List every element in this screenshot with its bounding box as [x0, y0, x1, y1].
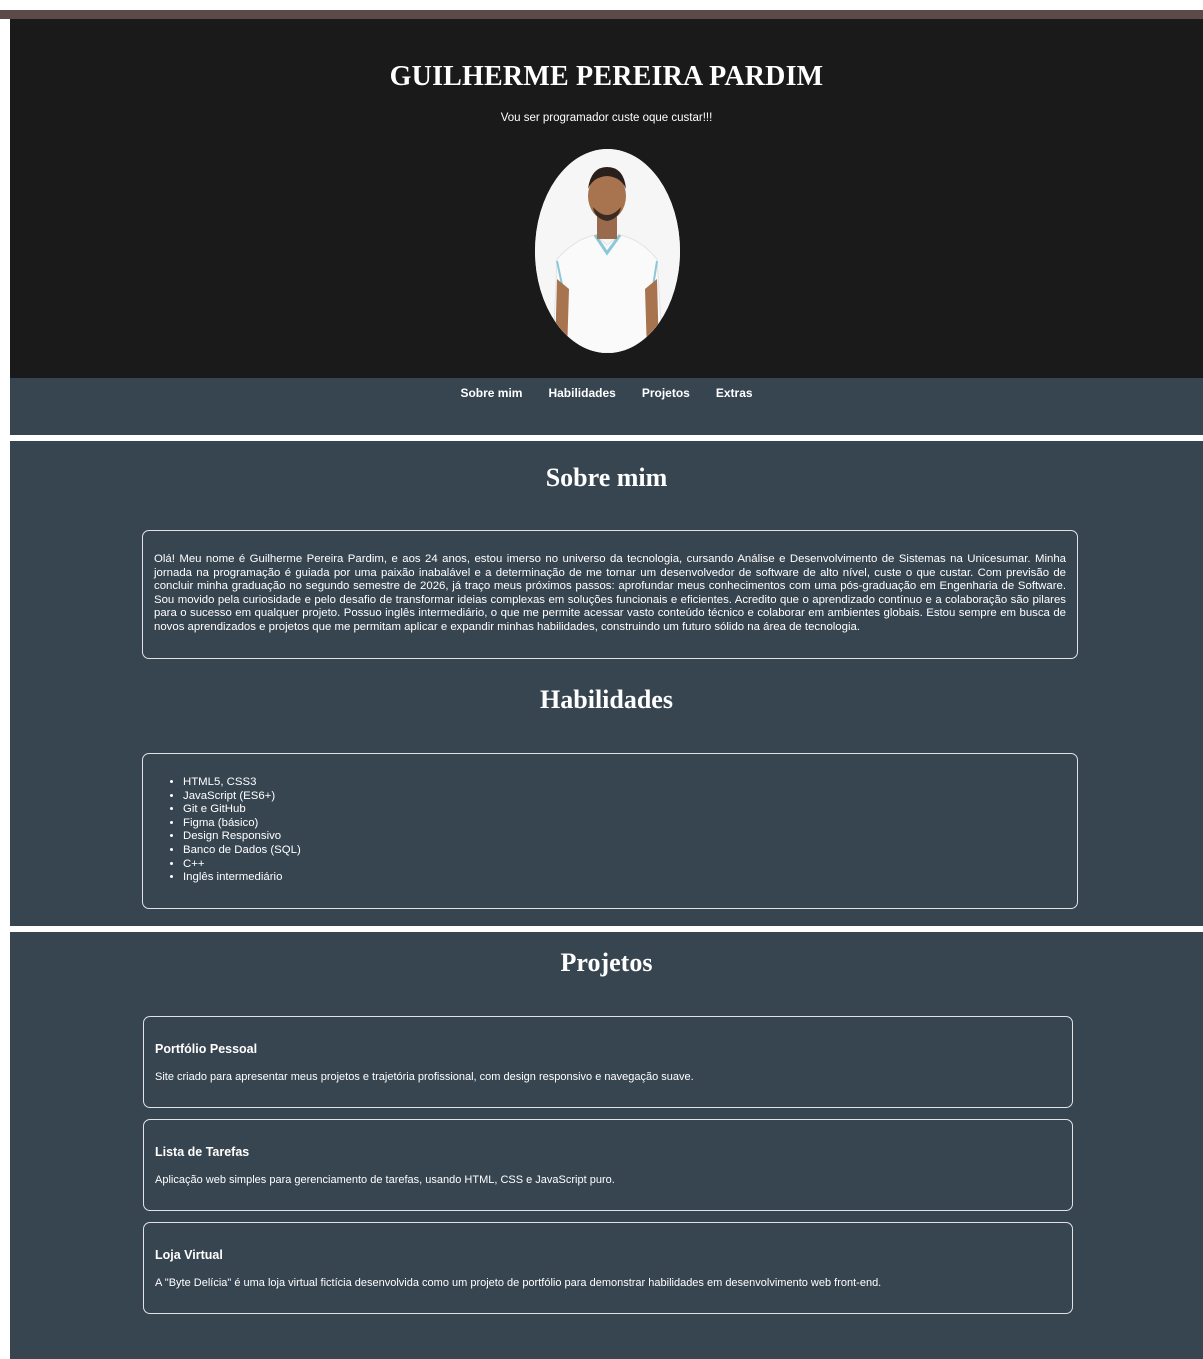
nav-link-habilidades[interactable]: Habilidades: [548, 386, 615, 400]
skill-item: Design Responsivo: [183, 830, 1066, 844]
skill-item: Figma (básico): [183, 817, 1066, 831]
project-card: Loja Virtual A "Byte Delícia" é uma loja…: [143, 1222, 1073, 1314]
projects-heading: Projetos: [560, 948, 653, 977]
nav-link-projetos[interactable]: Projetos: [642, 386, 690, 400]
skill-item: Banco de Dados (SQL): [183, 844, 1066, 858]
main-nav: Sobre mim Habilidades Projetos Extras: [10, 378, 1203, 435]
skills-list: HTML5, CSS3 JavaScript (ES6+) Git e GitH…: [154, 776, 1066, 885]
skills-heading: Habilidades: [540, 685, 673, 714]
top-strip: [0, 0, 1203, 19]
skill-item: Git e GitHub: [183, 803, 1066, 817]
skills-box: HTML5, CSS3 JavaScript (ES6+) Git e GitH…: [142, 753, 1078, 909]
profile-photo: [535, 149, 680, 353]
about-box: Olá! Meu nome é Guilherme Pereira Pardim…: [142, 530, 1078, 659]
project-card: Portfólio Pessoal Site criado para apres…: [143, 1016, 1073, 1108]
skill-item: Inglês intermediário: [183, 871, 1066, 885]
tagline: Vou ser programador custe oque custar!!!: [500, 112, 713, 124]
top-divider: [0, 10, 1203, 19]
project-description: Site criado para apresentar meus projeto…: [155, 1071, 694, 1083]
page-title: GUILHERME PEREIRA PARDIM: [389, 61, 824, 92]
nav-link-sobre-mim[interactable]: Sobre mim: [460, 386, 522, 400]
project-card: Lista de Tarefas Aplicação web simples p…: [143, 1119, 1073, 1211]
project-title: Loja Virtual: [155, 1248, 223, 1262]
skill-item: C++: [183, 858, 1066, 872]
about-skills-section: Sobre mim Olá! Meu nome é Guilherme Pere…: [10, 441, 1203, 926]
nav-link-extras[interactable]: Extras: [716, 386, 753, 400]
projects-section: Projetos Portfólio Pessoal Site criado p…: [10, 932, 1203, 1359]
avatar: [535, 149, 680, 353]
project-description: A "Byte Delícia" é uma loja virtual fict…: [155, 1277, 882, 1289]
project-title: Lista de Tarefas: [155, 1145, 250, 1159]
skill-item: JavaScript (ES6+): [183, 790, 1066, 804]
about-text: Olá! Meu nome é Guilherme Pereira Pardim…: [154, 553, 1066, 633]
project-description: Aplicação web simples para gerenciamento…: [155, 1174, 615, 1186]
skill-item: HTML5, CSS3: [183, 776, 1066, 790]
about-heading: Sobre mim: [545, 463, 668, 492]
site-header: GUILHERME PEREIRA PARDIM Vou ser program…: [10, 19, 1203, 378]
project-title: Portfólio Pessoal: [155, 1042, 258, 1056]
